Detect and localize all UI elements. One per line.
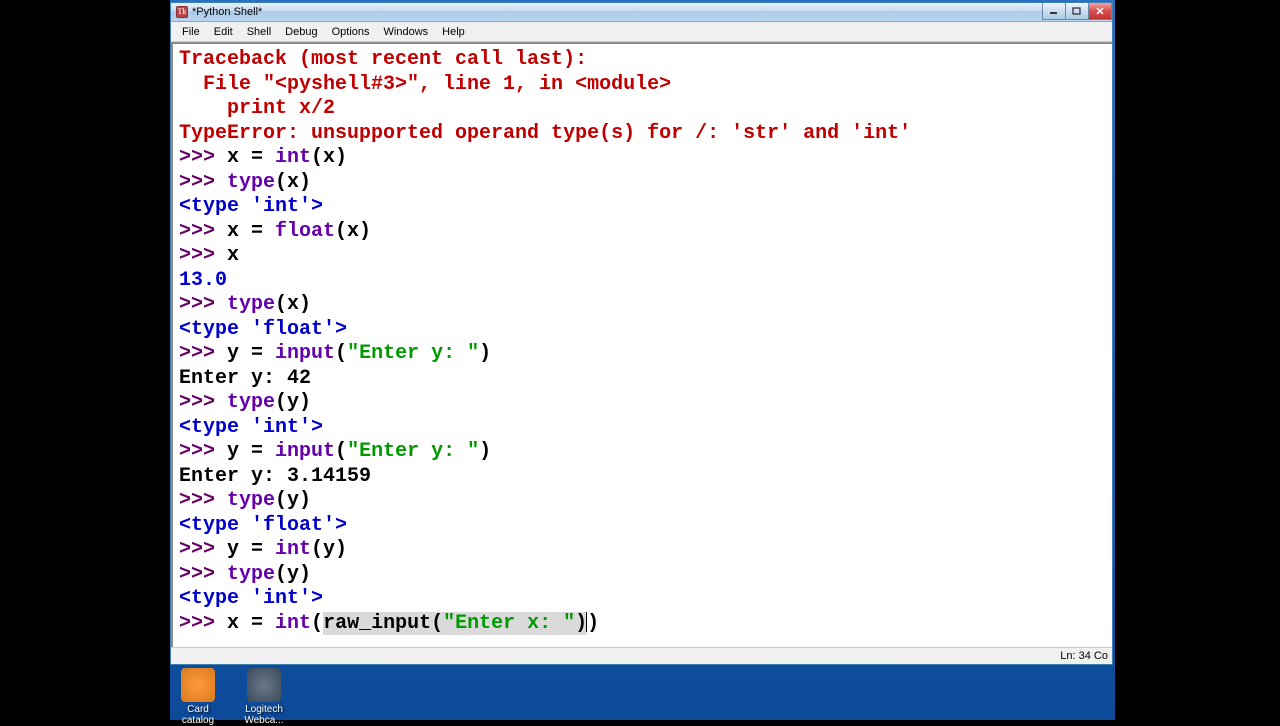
- cursor-position: Ln: 34 Co: [1060, 650, 1108, 662]
- shell-text-area[interactable]: Traceback (most recent call last): File …: [171, 42, 1112, 647]
- menu-shell[interactable]: Shell: [240, 24, 278, 40]
- io-line: Enter y: 42: [179, 367, 1106, 392]
- code-line: >>> type(x): [179, 171, 1106, 196]
- code-line: >>> type(x): [179, 293, 1106, 318]
- traceback-line: File "<pyshell#3>", line 1, in <module>: [179, 73, 1106, 98]
- code-line: >>> x = int(x): [179, 146, 1106, 171]
- menu-debug[interactable]: Debug: [278, 24, 324, 40]
- code-line: >>> y = input("Enter y: "): [179, 440, 1106, 465]
- code-line: >>> y = int(y): [179, 538, 1106, 563]
- python-shell-window: Tk *Python Shell* File Edit Shell Debug …: [170, 2, 1113, 665]
- maximize-button[interactable]: [1065, 3, 1089, 20]
- desktop-icon-logitech[interactable]: Logitech Webca...: [236, 668, 292, 726]
- code-line: >>> x = float(x): [179, 220, 1106, 245]
- traceback-line: print x/2: [179, 97, 1106, 122]
- menu-edit[interactable]: Edit: [207, 24, 240, 40]
- desktop-icon-card-catalog[interactable]: Card catalog: [170, 668, 226, 726]
- output-line: <type 'float'>: [179, 514, 1106, 539]
- titlebar[interactable]: Tk *Python Shell*: [171, 3, 1112, 22]
- code-line: >>> type(y): [179, 489, 1106, 514]
- menu-windows[interactable]: Windows: [377, 24, 436, 40]
- current-input-line: >>> x = int(raw_input("Enter x: ")): [179, 612, 1106, 637]
- menu-file[interactable]: File: [175, 24, 207, 40]
- io-line: Enter y: 3.14159: [179, 465, 1106, 490]
- traceback-line: Traceback (most recent call last):: [179, 48, 1106, 73]
- output-line: 13.0: [179, 269, 1106, 294]
- window-controls: [1043, 3, 1112, 20]
- minimize-button[interactable]: [1042, 3, 1066, 20]
- code-line: >>> x: [179, 244, 1106, 269]
- code-line: >>> y = input("Enter y: "): [179, 342, 1106, 367]
- code-line: >>> type(y): [179, 391, 1106, 416]
- menubar: File Edit Shell Debug Options Windows He…: [171, 22, 1112, 42]
- output-line: <type 'int'>: [179, 195, 1106, 220]
- menu-options[interactable]: Options: [325, 24, 377, 40]
- desktop-icons: Card catalog Logitech Webca...: [170, 668, 292, 726]
- output-line: <type 'int'>: [179, 587, 1106, 612]
- close-button[interactable]: [1088, 3, 1112, 20]
- traceback-line: TypeError: unsupported operand type(s) f…: [179, 122, 1106, 147]
- code-line: >>> type(y): [179, 563, 1106, 588]
- output-line: <type 'float'>: [179, 318, 1106, 343]
- output-line: <type 'int'>: [179, 416, 1106, 441]
- folder-icon: [181, 668, 215, 702]
- tk-icon: Tk: [176, 6, 188, 18]
- status-bar: Ln: 34 Co: [171, 647, 1112, 664]
- webcam-icon: [247, 668, 281, 702]
- menu-help[interactable]: Help: [435, 24, 472, 40]
- window-title: *Python Shell*: [192, 6, 262, 18]
